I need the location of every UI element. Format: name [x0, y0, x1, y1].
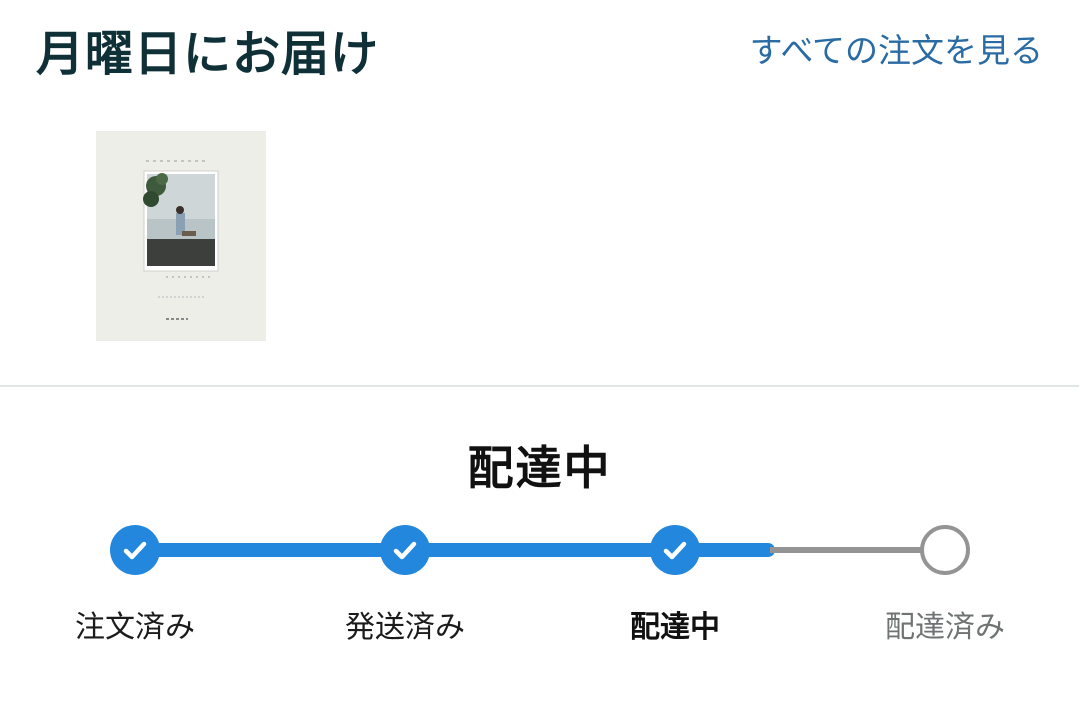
check-icon — [393, 541, 417, 560]
check-icon — [663, 541, 687, 560]
progress-bar-remaining — [770, 547, 945, 553]
step-delivered-node — [920, 525, 970, 575]
check-icon — [123, 541, 147, 560]
view-all-orders-link[interactable]: すべての注文を見る — [750, 24, 1043, 72]
step-label-in-transit: 配達中 — [630, 610, 720, 645]
shipment-progress-tracker — [0, 520, 1079, 590]
step-ordered-node — [110, 525, 160, 575]
step-label-ordered: 注文済み — [75, 610, 195, 645]
order-tracking-page: 月曜日にお届け すべての注文を見る 配達中 注文済み 発送済み 配達中 配達済み — [0, 0, 1079, 715]
section-divider — [0, 385, 1079, 387]
step-label-shipped: 発送済み — [345, 610, 465, 645]
delivery-day-title: 月曜日にお届け — [36, 26, 380, 82]
step-label-delivered: 配達済み — [885, 610, 1005, 645]
product-thumbnail[interactable] — [96, 131, 266, 341]
book-cover-image — [96, 131, 266, 341]
step-in-transit-node — [650, 525, 700, 575]
step-shipped-node — [380, 525, 430, 575]
shipment-status-heading: 配達中 — [467, 441, 612, 495]
